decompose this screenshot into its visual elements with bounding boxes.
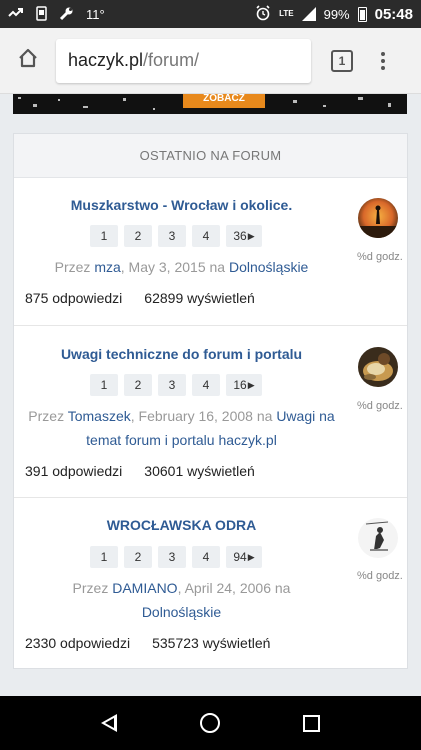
page-link[interactable]: 1 <box>90 225 118 247</box>
battery-icon <box>357 6 367 22</box>
page-link[interactable]: 2 <box>124 546 152 568</box>
url-host: haczyk.pl <box>68 50 144 70</box>
tab-switcher-icon[interactable]: 1 <box>331 49 353 72</box>
topic-title[interactable]: WROCŁAWSKA ODRA <box>14 517 349 533</box>
page-link[interactable]: 4 <box>192 546 220 568</box>
play-arrow-icon: ▶ <box>247 551 255 562</box>
topic-title[interactable]: Uwagi techniczne do forum i portalu <box>14 346 349 362</box>
author-prefix: Przez <box>54 259 95 275</box>
home-icon[interactable] <box>199 713 220 733</box>
post-date: , February 16, 2008 na <box>130 408 277 424</box>
browser-toolbar: haczyk.pl/forum/ 1 <box>0 28 421 94</box>
play-arrow-icon: ▶ <box>247 230 255 241</box>
tab-count: 1 <box>338 53 346 68</box>
topic-pagination: 1 2 3 4 36 ▶ <box>90 225 262 247</box>
temperature: 11° <box>86 6 105 22</box>
topic-item: Uwagi techniczne do forum i portalu 1 2 … <box>14 326 407 498</box>
home-button[interactable] <box>10 43 46 79</box>
topic-stats: 875 odpowiedzi 62899 wyświetleń <box>25 290 255 306</box>
post-date: , April 24, 2006 na <box>177 580 291 596</box>
topic-item: Muszkarstwo - Wrocław i okolice. 1 2 3 4… <box>14 178 407 326</box>
alarm-icon <box>255 5 271 23</box>
url-bar[interactable]: haczyk.pl/forum/ <box>56 38 311 83</box>
view-count: 30601 wyświetleń <box>144 463 255 479</box>
topic-meta: Przez DAMIANO, April 24, 2006 na Dolnośl… <box>14 576 349 624</box>
system-navigation-bar <box>0 696 421 750</box>
play-arrow-icon: ▶ <box>247 379 255 390</box>
topic-title[interactable]: Muszkarstwo - Wrocław i okolice. <box>14 197 349 213</box>
page-link[interactable]: 2 <box>124 225 152 247</box>
view-count: 62899 wyświetleń <box>144 290 255 306</box>
battery-percent: 99% <box>323 6 350 22</box>
post-date: , May 3, 2015 na <box>120 259 229 275</box>
topic-stats: 391 odpowiedzi 30601 wyświetleń <box>25 463 255 479</box>
last-page-number: 94 <box>233 550 247 564</box>
topic-item: WROCŁAWSKA ODRA 1 2 3 4 94 ▶ Przez DAMIAN… <box>14 498 407 668</box>
time-ago: %d godz. <box>357 570 403 582</box>
url-path: /forum/ <box>143 50 200 70</box>
author-prefix: Przez <box>72 580 113 596</box>
author-link[interactable]: DAMIANO <box>112 580 177 596</box>
missed-call-icon <box>8 7 24 21</box>
topic-stats: 2330 odpowiedzi 535723 wyświetleń <box>25 635 270 651</box>
home-icon <box>17 47 39 74</box>
topic-pagination: 1 2 3 4 94 ▶ <box>90 546 262 568</box>
page-link[interactable]: 3 <box>158 374 186 396</box>
last-page-number: 36 <box>233 229 247 243</box>
author-prefix: Przez <box>28 408 68 424</box>
page-link[interactable]: 1 <box>90 374 118 396</box>
time-ago: %d godz. <box>357 400 403 412</box>
last-page-link[interactable]: 16 ▶ <box>226 374 262 396</box>
topic-pagination: 1 2 3 4 16 ▶ <box>90 374 262 396</box>
ad-banner[interactable]: ZOBACZ <box>13 94 407 114</box>
avatar[interactable] <box>358 198 398 238</box>
view-count: 535723 wyświetleń <box>152 635 271 651</box>
last-page-link[interactable]: 36 ▶ <box>226 225 262 247</box>
banner-cta[interactable]: ZOBACZ <box>183 94 265 108</box>
page-link[interactable]: 4 <box>192 374 220 396</box>
recents-icon[interactable] <box>302 714 320 732</box>
author-link[interactable]: mza <box>94 259 120 275</box>
page-link[interactable]: 2 <box>124 374 152 396</box>
topic-meta: Przez Tomaszek, February 16, 2008 na Uwa… <box>14 404 349 452</box>
status-bar: 11° LTE 99% 05:48 <box>0 0 421 28</box>
phone-icon <box>36 5 47 23</box>
category-link[interactable]: Dolnośląskie <box>142 604 221 620</box>
recent-forum-panel: OSTATNIO NA FORUM Muszkarstwo - Wrocław … <box>13 133 408 669</box>
topic-meta: Przez mza, May 3, 2015 na Dolnośląskie <box>14 255 349 279</box>
network-type: LTE <box>279 9 294 18</box>
last-page-link[interactable]: 94 ▶ <box>226 546 262 568</box>
reply-count: 2330 odpowiedzi <box>25 635 131 651</box>
reply-count: 875 odpowiedzi <box>25 290 123 306</box>
wrench-icon <box>59 6 74 23</box>
category-link[interactable]: Dolnośląskie <box>229 259 308 275</box>
overflow-menu-icon[interactable] <box>381 51 385 70</box>
clock: 05:48 <box>374 5 413 23</box>
avatar[interactable] <box>358 518 398 558</box>
avatar[interactable] <box>358 347 398 387</box>
page-link[interactable]: 1 <box>90 546 118 568</box>
time-ago: %d godz. <box>357 251 403 263</box>
signal-icon <box>301 7 316 21</box>
reply-count: 391 odpowiedzi <box>25 463 123 479</box>
panel-header: OSTATNIO NA FORUM <box>14 134 407 178</box>
back-icon[interactable] <box>101 714 118 732</box>
last-page-number: 16 <box>233 378 247 392</box>
page-link[interactable]: 3 <box>158 546 186 568</box>
author-link[interactable]: Tomaszek <box>68 408 131 424</box>
page-link[interactable]: 3 <box>158 225 186 247</box>
page-link[interactable]: 4 <box>192 225 220 247</box>
